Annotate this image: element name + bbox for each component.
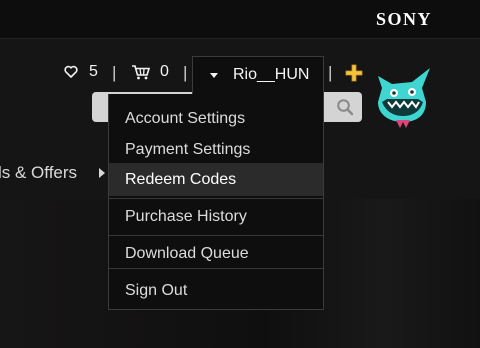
menu-item-account-settings[interactable]: Account Settings (109, 102, 323, 135)
cart-icon (132, 65, 151, 80)
user-menu-button[interactable]: Rio__HUN (192, 56, 324, 94)
menu-item-label: Purchase History (125, 207, 247, 225)
chevron-right-icon (99, 168, 105, 178)
menu-item-download-queue[interactable]: Download Queue (109, 237, 323, 270)
cart-link[interactable]: 0 (131, 63, 169, 81)
deals-offers-nav[interactable]: ls & Offers (0, 163, 77, 183)
menu-divider (109, 235, 323, 236)
menu-item-purchase-history[interactable]: Purchase History (109, 200, 323, 233)
user-name: Rio__HUN (233, 66, 310, 83)
menu-item-payment-settings[interactable]: Payment Settings (109, 133, 323, 166)
sony-logo[interactable]: SONY (376, 9, 432, 30)
wishlist-count: 5 (89, 63, 98, 80)
cart-count: 0 (160, 63, 169, 80)
user-dropdown-menu: Account Settings Payment Settings Redeem… (108, 94, 324, 310)
menu-item-redeem-codes[interactable]: Redeem Codes (109, 163, 323, 196)
top-bar: SONY (0, 0, 480, 39)
menu-divider (109, 268, 323, 269)
separator: | (183, 63, 188, 82)
menu-item-sign-out[interactable]: Sign Out (109, 274, 323, 307)
caret-down-icon (210, 73, 218, 78)
menu-item-label: Redeem Codes (125, 170, 237, 188)
separator: | (328, 63, 333, 82)
menu-item-label: Payment Settings (125, 140, 251, 158)
menu-divider (109, 198, 323, 199)
search-icon[interactable] (336, 98, 354, 116)
menu-item-label: Download Queue (125, 244, 249, 262)
heart-icon (64, 65, 78, 78)
avatar-icon[interactable] (372, 62, 434, 130)
ps-plus-icon[interactable] (345, 64, 363, 82)
menu-item-label: Account Settings (125, 109, 246, 127)
wishlist-link[interactable]: 5 (64, 63, 98, 81)
separator: | (112, 63, 117, 82)
menu-item-label: Sign Out (125, 281, 188, 299)
